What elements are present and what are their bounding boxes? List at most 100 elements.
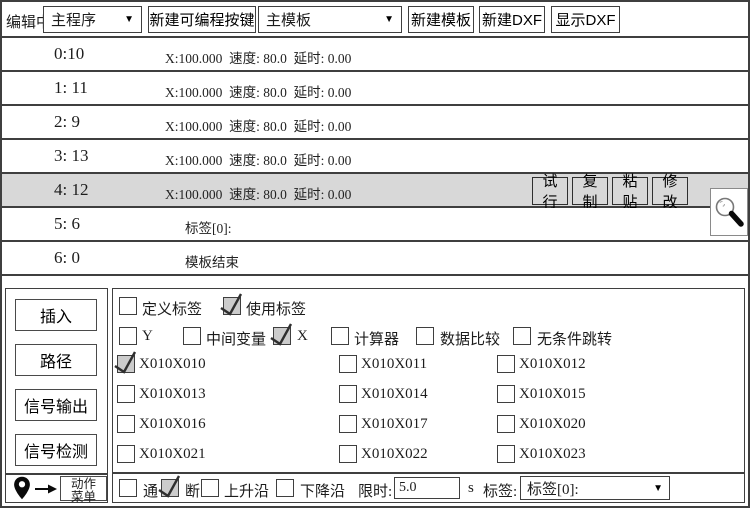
row-index: 1: 11 (54, 78, 88, 98)
copy-button[interactable]: 复制 (572, 177, 608, 205)
tag-select[interactable]: 标签[0]: ▼ (520, 476, 670, 500)
signal-checkbox-X010X020[interactable] (497, 415, 515, 433)
signal-checkbox-X010X023[interactable] (497, 445, 515, 463)
program-row-4-selected[interactable]: 4: 12 X:100.000 速度: 80.0 延时: 0.00 试行 复制 … (2, 174, 748, 208)
signal-label: X010X012 (519, 356, 586, 373)
data-compare-checkbox[interactable] (416, 327, 434, 345)
row-detail: X:100.000 速度: 80.0 延时: 0.00 (165, 47, 351, 67)
row-index: 6: 0 (54, 248, 80, 268)
row-detail: 模板结束 (185, 251, 239, 271)
show-dxf-button[interactable]: 显示DXF (551, 6, 620, 33)
data-compare-label: 数据比较 (440, 328, 500, 349)
signal-checkbox-X010X011[interactable] (339, 355, 357, 373)
program-row-6[interactable]: 6: 0 模板结束 (2, 242, 748, 276)
signal-checkbox-X010X021[interactable] (117, 445, 135, 463)
signal-checkbox-X010X013[interactable] (117, 385, 135, 403)
signal-label: X010X022 (361, 446, 428, 463)
rising-edge-checkbox[interactable] (201, 479, 219, 497)
chevron-down-icon: ▼ (384, 14, 394, 25)
signal-detect-button[interactable]: 信号检测 (15, 434, 97, 466)
row-detail: X:100.000 速度: 80.0 延时: 0.00 (165, 183, 351, 203)
x-checkbox[interactable] (273, 327, 291, 345)
signal-label: X010X020 (519, 416, 586, 433)
tag-label: 标签: (483, 480, 517, 501)
signal-checkbox-X010X012[interactable] (497, 355, 515, 373)
program-row-5[interactable]: 5: 6 标签[0]: (2, 208, 748, 242)
options-divider (113, 472, 744, 474)
on-checkbox[interactable] (119, 479, 137, 497)
use-label-checkbox[interactable] (223, 297, 241, 315)
calculator-label: 计算器 (354, 328, 399, 349)
calculator-checkbox[interactable] (331, 327, 349, 345)
signal-label: X010X015 (519, 386, 586, 403)
signal-label: X010X013 (139, 386, 206, 403)
chevron-down-icon: ▼ (124, 14, 134, 25)
signal-checkbox-X010X014[interactable] (339, 385, 357, 403)
tag-select-value: 标签[0]: (527, 478, 579, 499)
program-row-3[interactable]: 3: 13 X:100.000 速度: 80.0 延时: 0.00 (2, 140, 748, 174)
y-label: Y (142, 328, 153, 345)
mid-var-checkbox[interactable] (183, 327, 201, 345)
mid-var-label: 中间变量 (206, 328, 266, 349)
template-select-value: 主模板 (266, 9, 311, 30)
falling-edge-checkbox[interactable] (276, 479, 294, 497)
signal-label: X010X010 (139, 356, 206, 373)
define-label-checkbox[interactable] (119, 297, 137, 315)
row-index: 0:10 (54, 44, 84, 64)
arrow-right-icon (34, 481, 58, 497)
row-index: 2: 9 (54, 112, 80, 132)
signal-checkbox-X010X010[interactable] (117, 355, 135, 373)
try-run-button[interactable]: 试行 (532, 177, 568, 205)
chevron-down-icon: ▼ (653, 483, 663, 494)
editor-window: 编辑中 主程序 ▼ 新建可编程按键 主模板 ▼ 新建模板 新建DXF 显示DXF… (0, 0, 750, 508)
program-select[interactable]: 主程序 ▼ (43, 6, 142, 33)
zoom-button[interactable] (710, 188, 748, 236)
signal-output-button[interactable]: 信号输出 (15, 389, 97, 421)
signal-checkbox-X010X017[interactable] (339, 415, 357, 433)
signal-checkbox-X010X015[interactable] (497, 385, 515, 403)
time-limit-input[interactable]: 5.0 (394, 477, 460, 499)
signal-checkbox-X010X022[interactable] (339, 445, 357, 463)
row-index: 5: 6 (54, 214, 80, 234)
signal-checkbox-X010X016[interactable] (117, 415, 135, 433)
x-label: X (297, 328, 308, 345)
options-panel: 定义标签 使用标签 Y 中间变量 X 计算器 数据比较 无条件跳转 X010X0… (112, 288, 745, 503)
falling-edge-label: 下降沿 (300, 480, 345, 501)
signal-label: X010X014 (361, 386, 428, 403)
row-detail: 标签[0]: (185, 217, 232, 237)
row-detail: X:100.000 速度: 80.0 延时: 0.00 (165, 149, 351, 169)
new-template-button[interactable]: 新建模板 (408, 6, 474, 33)
signal-label: X010X016 (139, 416, 206, 433)
new-programmable-key-button[interactable]: 新建可编程按键 (148, 6, 256, 33)
template-select[interactable]: 主模板 ▼ (258, 6, 402, 33)
new-dxf-button[interactable]: 新建DXF (479, 6, 545, 33)
magnifier-icon (713, 195, 745, 229)
modify-button[interactable]: 修改 (652, 177, 688, 205)
time-limit-label: 限时: (358, 480, 392, 501)
off-label: 断 (185, 480, 200, 501)
off-checkbox[interactable] (161, 479, 179, 497)
path-button[interactable]: 路径 (15, 344, 97, 376)
row-detail: X:100.000 速度: 80.0 延时: 0.00 (165, 81, 351, 101)
program-row-2[interactable]: 2: 9 X:100.000 速度: 80.0 延时: 0.00 (2, 106, 748, 140)
signal-label: X010X017 (361, 416, 428, 433)
define-label-text: 定义标签 (142, 298, 202, 319)
row-index: 4: 12 (54, 180, 88, 200)
use-label-text: 使用标签 (246, 298, 306, 319)
time-limit-value: 5.0 (399, 480, 417, 496)
signal-label: X010X011 (361, 356, 427, 373)
paste-button[interactable]: 粘贴 (612, 177, 648, 205)
y-checkbox[interactable] (119, 327, 137, 345)
uncond-jump-checkbox[interactable] (513, 327, 531, 345)
insert-button[interactable]: 插入 (15, 299, 97, 331)
program-row-0[interactable]: 0:10 X:100.000 速度: 80.0 延时: 0.00 (2, 38, 748, 72)
signal-label: X010X023 (519, 446, 586, 463)
row-detail: X:100.000 速度: 80.0 延时: 0.00 (165, 115, 351, 135)
action-menu-button[interactable]: 动作 菜单 (60, 476, 107, 501)
rising-edge-label: 上升沿 (224, 480, 269, 501)
row-index: 3: 13 (54, 146, 88, 166)
time-unit-label: s (468, 480, 474, 497)
on-label: 通 (143, 480, 158, 501)
program-row-1[interactable]: 1: 11 X:100.000 速度: 80.0 延时: 0.00 (2, 72, 748, 106)
action-menu-strip: 动作 菜单 (5, 474, 108, 503)
